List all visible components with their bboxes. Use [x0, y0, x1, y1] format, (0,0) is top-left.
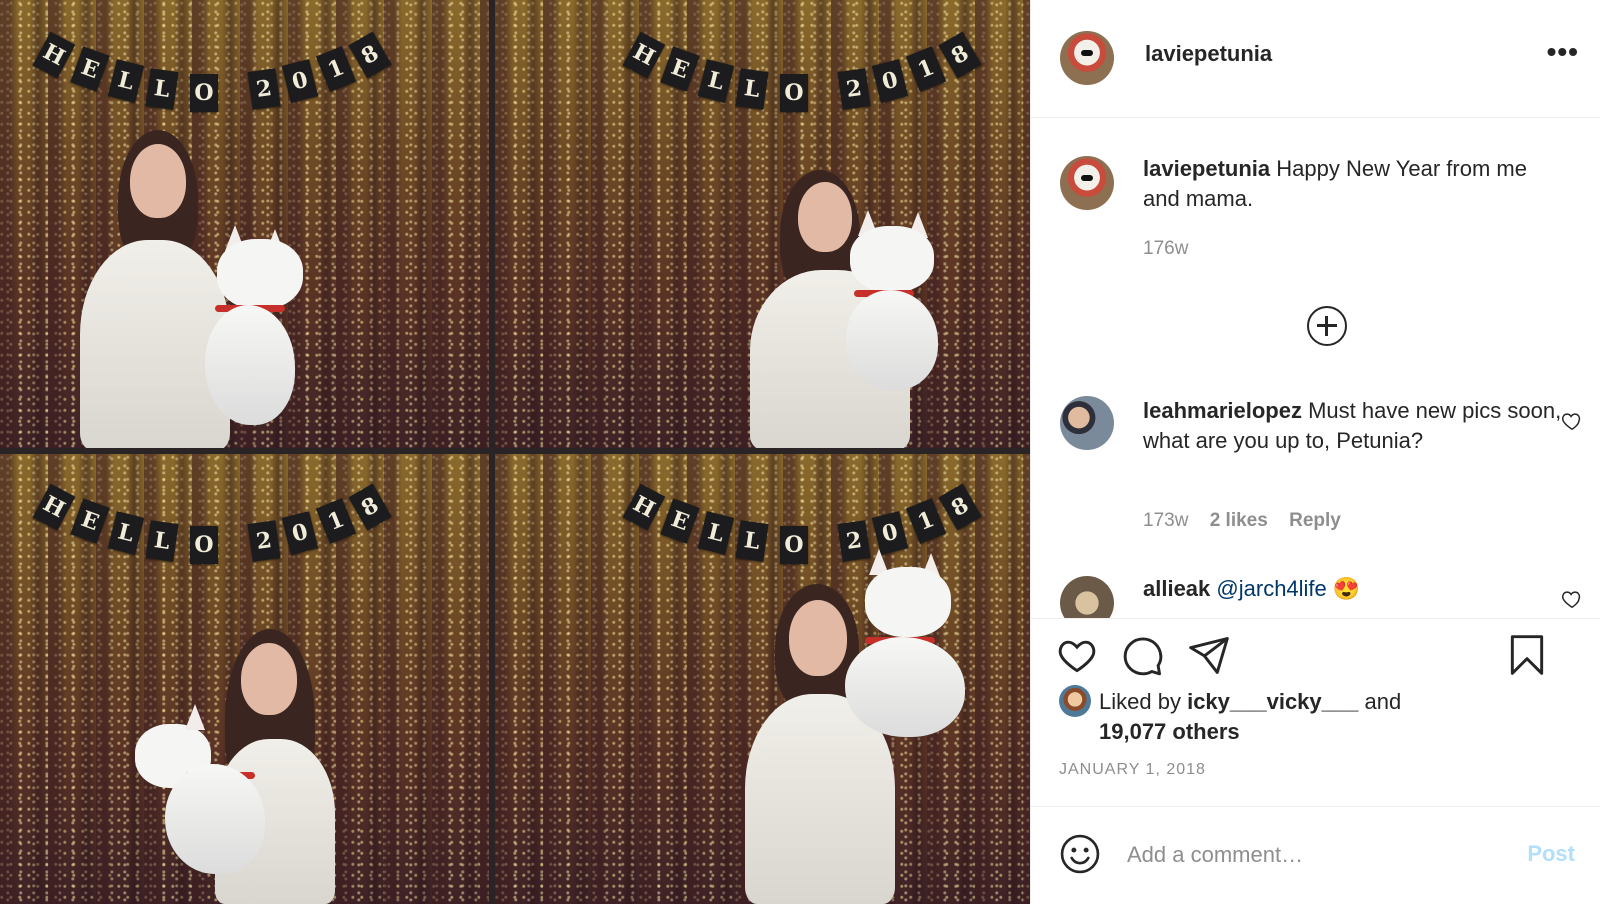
post-sidebar: laviepetunia ••• laviepetunia Happy New …	[1030, 0, 1600, 904]
hello-2018-banner: H E L L O 2 0 1 8	[32, 30, 400, 112]
comment-meta: 173w 2 likes Reply	[1143, 510, 1357, 532]
comment-username[interactable]: leahmarielopez	[1143, 398, 1302, 423]
post-comment-button[interactable]: Post	[1527, 841, 1575, 867]
liked-and-label: and	[1364, 689, 1402, 714]
caption-meta: 176w	[1143, 238, 1204, 260]
liker-avatar[interactable]	[1059, 685, 1091, 717]
comment-input[interactable]	[1125, 831, 1499, 879]
like-comment-heart-icon[interactable]	[1561, 410, 1583, 432]
comment-emoji: 😍	[1332, 576, 1361, 601]
photo-panel-bottom-left: H E L L O 2 0 1 8	[0, 454, 489, 904]
comment-bubble-icon[interactable]	[1121, 633, 1165, 677]
share-send-icon[interactable]	[1187, 633, 1231, 677]
likes-summary: Liked by icky___vicky___ and 19,077 othe…	[1099, 687, 1401, 747]
photo-panel-top-right: H E L L O 2 0 1 8	[495, 0, 1030, 448]
comment-username[interactable]: allieak	[1143, 576, 1210, 601]
likes-count-link[interactable]: 19,077 others	[1099, 719, 1240, 744]
comment-mention[interactable]: @jarch4life	[1216, 576, 1326, 601]
liked-by-label: Liked by	[1099, 689, 1181, 714]
reply-button[interactable]: Reply	[1289, 510, 1341, 531]
author-username[interactable]: laviepetunia	[1145, 41, 1272, 67]
hello-2018-banner: H E L L O 2 0 1 8	[622, 30, 990, 112]
hello-2018-banner: H E L L O 2 0 1 8	[622, 482, 990, 564]
save-bookmark-icon[interactable]	[1505, 633, 1549, 677]
post-actions: Liked by icky___vicky___ and 19,077 othe…	[1031, 618, 1600, 807]
french-bulldog	[825, 549, 995, 739]
caption-avatar[interactable]	[1060, 156, 1114, 210]
like-heart-icon[interactable]	[1055, 633, 1099, 677]
comment-composer: Post	[1031, 806, 1600, 905]
load-more-comments-icon[interactable]	[1307, 306, 1347, 346]
comment-avatar[interactable]	[1060, 576, 1114, 618]
post-date[interactable]: JANUARY 1, 2018	[1059, 761, 1206, 779]
caption-age[interactable]: 176w	[1143, 238, 1188, 259]
comment-likes[interactable]: 2 likes	[1210, 510, 1268, 531]
comment-item: allieak @jarch4life 😍	[1143, 574, 1563, 604]
comment-avatar[interactable]	[1060, 396, 1114, 450]
more-options-icon[interactable]: •••	[1547, 36, 1579, 68]
comments-list[interactable]: laviepetunia Happy New Year from me and …	[1031, 118, 1600, 618]
post-header: laviepetunia •••	[1031, 0, 1600, 118]
french-bulldog	[135, 704, 265, 874]
like-comment-heart-icon[interactable]	[1561, 588, 1583, 610]
emoji-picker-icon[interactable]	[1059, 833, 1101, 875]
author-avatar[interactable]	[1060, 31, 1114, 85]
comment-age[interactable]: 173w	[1143, 510, 1188, 531]
post-photo[interactable]: H E L L O 2 0 1 8 H E L L O 2 0 1 8 H E …	[0, 0, 1030, 904]
liker-username[interactable]: icky___vicky___	[1187, 689, 1358, 714]
caption: laviepetunia Happy New Year from me and …	[1143, 154, 1563, 214]
french-bulldog	[195, 225, 315, 425]
comment-item: leahmarielopez Must have new pics soon, …	[1143, 396, 1563, 456]
photo-panel-top-left: H E L L O 2 0 1 8	[0, 0, 489, 448]
hello-2018-banner: H E L L O 2 0 1 8	[32, 482, 400, 564]
photo-panel-bottom-right: H E L L O 2 0 1 8	[495, 454, 1030, 904]
caption-username[interactable]: laviepetunia	[1143, 156, 1270, 181]
french-bulldog	[840, 210, 950, 390]
